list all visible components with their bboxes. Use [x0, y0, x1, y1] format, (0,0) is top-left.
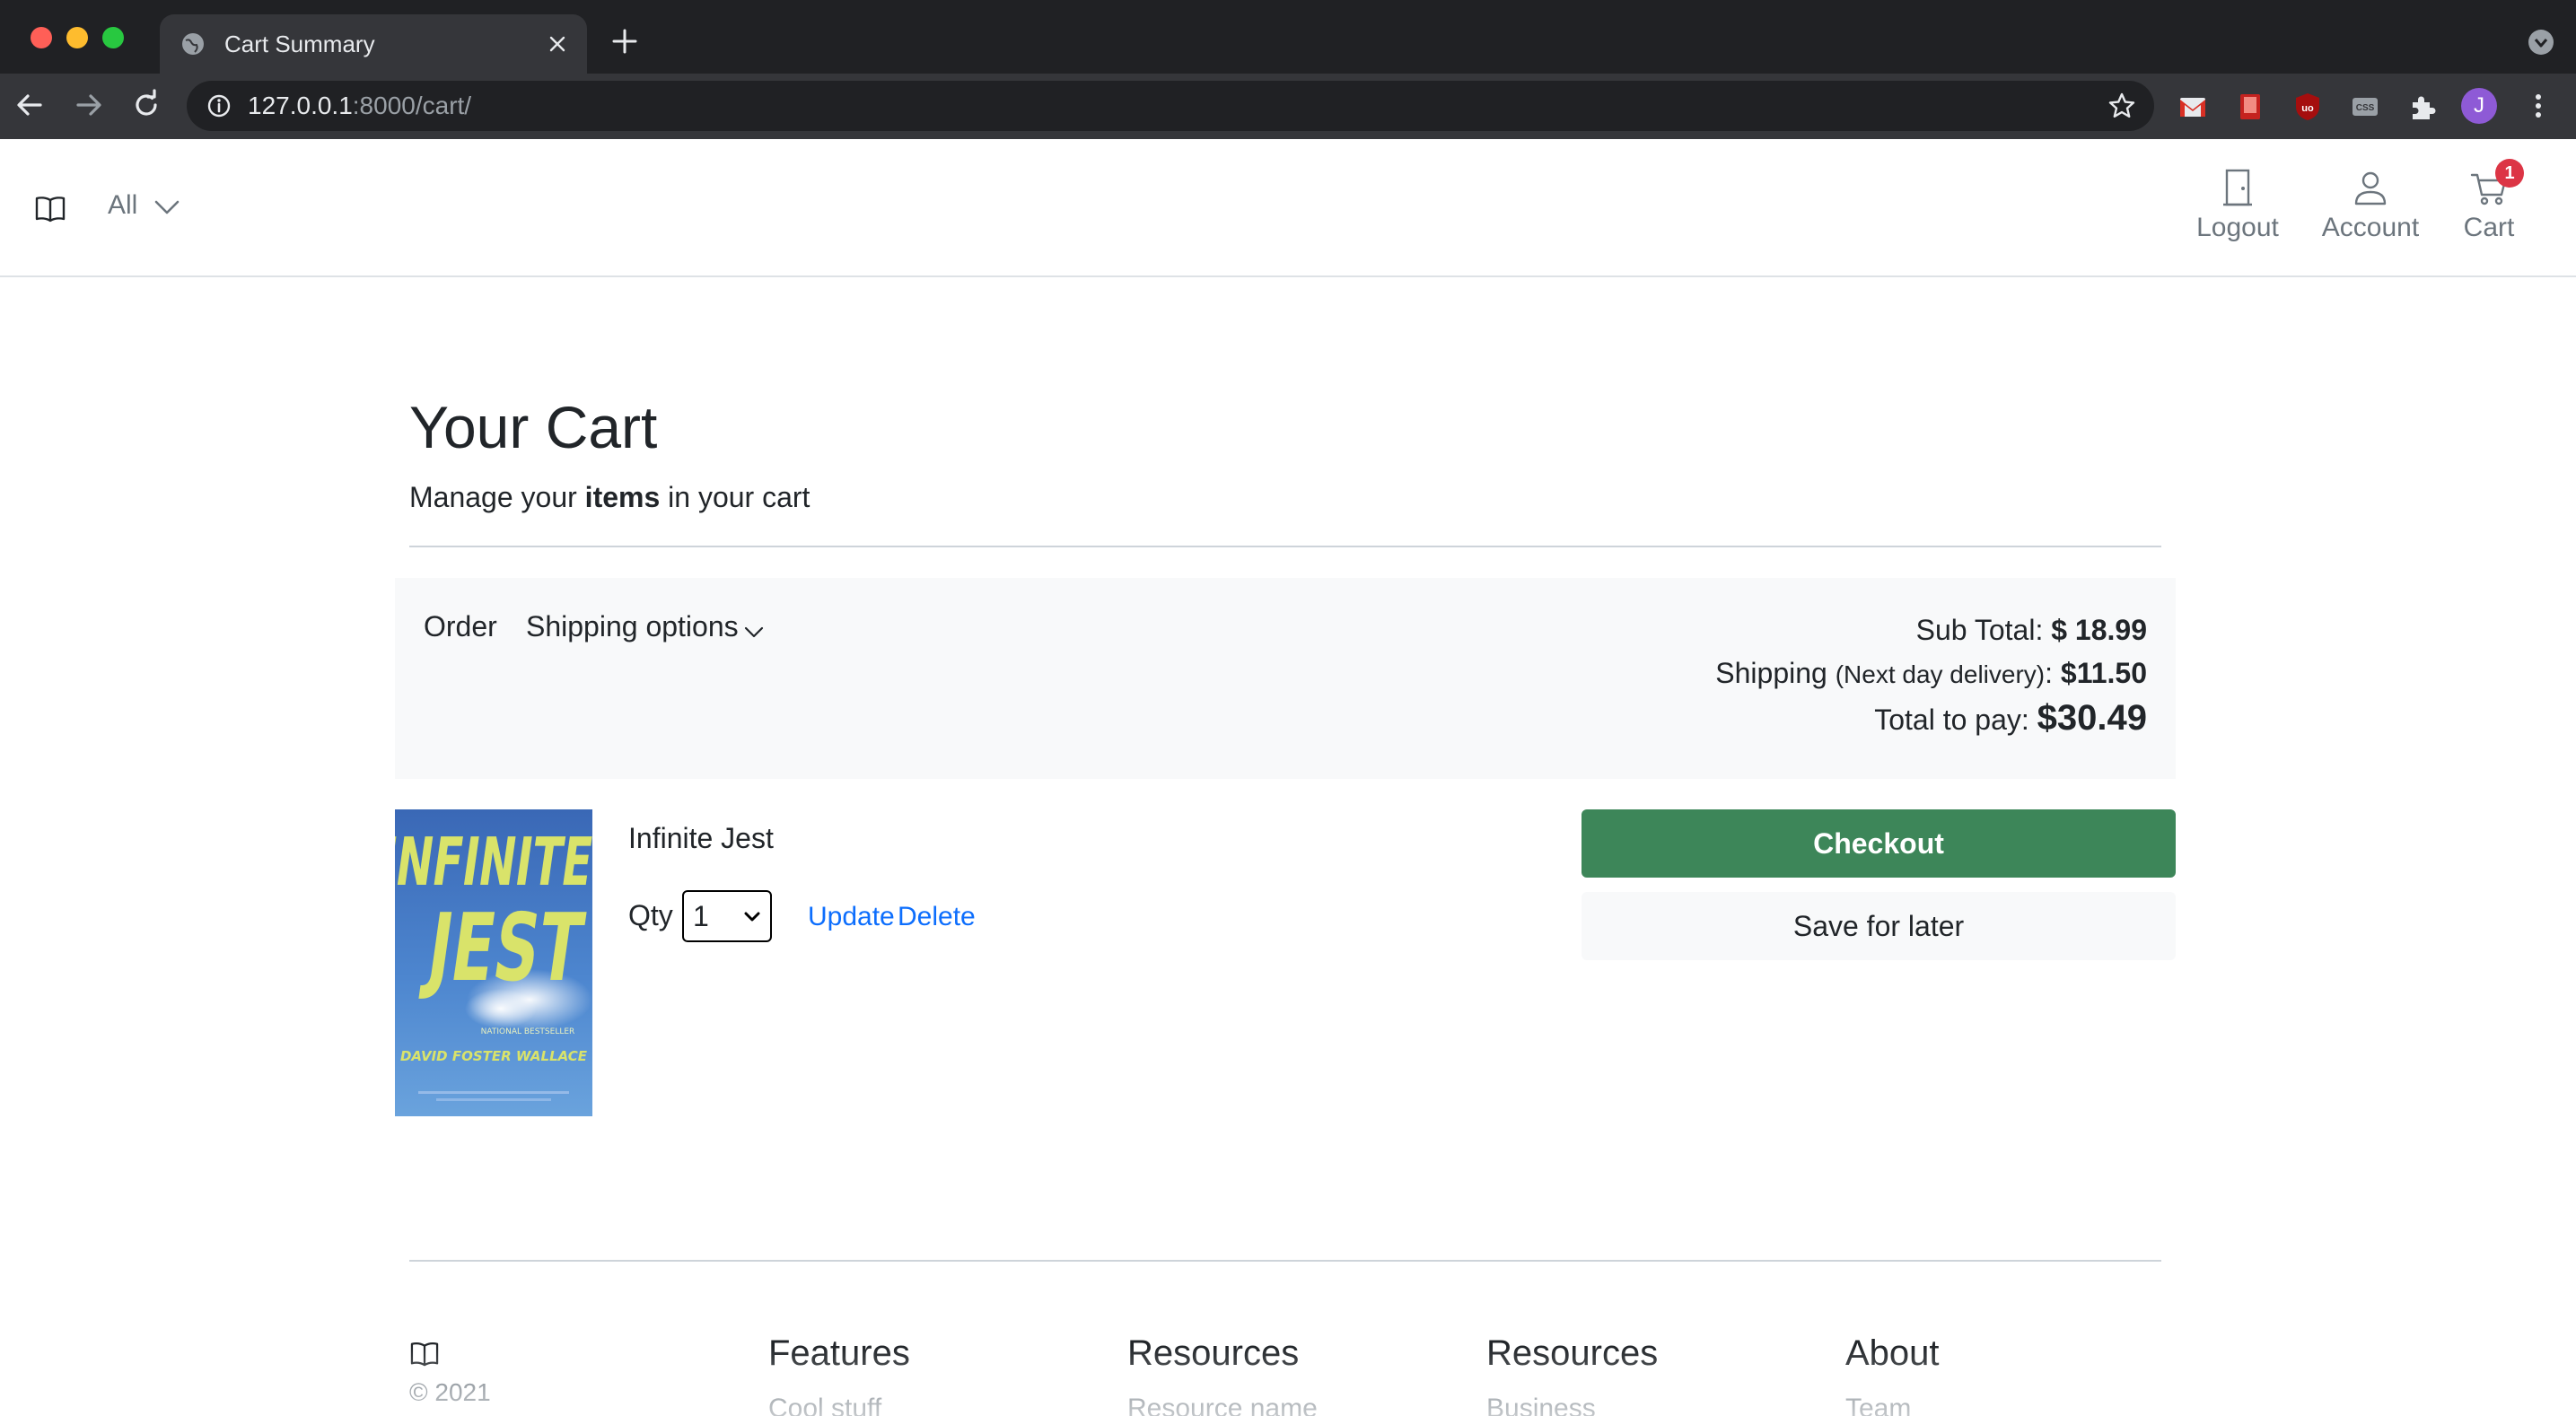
cart-label: Cart — [2463, 213, 2515, 242]
footer-heading: About — [1845, 1333, 1940, 1373]
total-label: Total to pay: — [1874, 704, 2037, 736]
footer-heading: Features — [768, 1333, 910, 1373]
footer-link[interactable]: Team — [1845, 1394, 1940, 1416]
gmail-extension-icon[interactable] — [2177, 92, 2208, 122]
forward-arrow-icon[interactable] — [72, 88, 106, 122]
chevron-down-icon[interactable] — [153, 198, 181, 216]
page-subtitle: Manage your items in your cart — [409, 481, 810, 513]
door-icon — [2223, 169, 2252, 206]
subtotal-row: Sub Total: $ 18.99 — [1715, 608, 2147, 651]
close-icon[interactable] — [544, 31, 571, 57]
order-summary-panel: Order Shipping options Sub Total: $ 18.9… — [395, 578, 2176, 779]
footer-column-resources: Resources Resource name — [1127, 1332, 1318, 1416]
logout-label: Logout — [2196, 213, 2279, 242]
item-title[interactable]: Infinite Jest — [628, 822, 774, 854]
cover-title-line-1: INFINITE — [395, 823, 592, 901]
footer-link[interactable]: Business — [1486, 1394, 1658, 1416]
footer-link[interactable]: Cool stuff — [768, 1394, 910, 1416]
quantity-select[interactable]: 1 — [682, 890, 772, 942]
new-tab-icon[interactable] — [610, 27, 639, 56]
book-logo-icon[interactable] — [34, 195, 66, 223]
cart-link[interactable]: 1 Cart — [2454, 159, 2524, 243]
footer-column-features: Features Cool stuff — [768, 1332, 910, 1416]
browser-toolbar: 127.0.0.1:8000/cart/ uo CSS — [0, 74, 2576, 139]
puzzle-extensions-icon[interactable] — [2407, 92, 2438, 122]
footer-divider — [409, 1260, 2161, 1262]
ublock-shield-icon[interactable]: uo — [2292, 92, 2323, 122]
footer-column-about: About Team — [1845, 1332, 1940, 1416]
book-cover-image[interactable]: INFINITE JEST NATIONAL BESTSELLER DAVID … — [395, 809, 592, 1116]
browser-tab[interactable]: Cart Summary — [160, 14, 587, 74]
footer-link[interactable]: Resource name — [1127, 1394, 1318, 1416]
tab-title: Cart Summary — [224, 31, 375, 57]
url-host: 127.0.0.1 — [248, 92, 353, 119]
update-link[interactable]: Update — [808, 901, 895, 933]
chevron-down-icon[interactable] — [743, 625, 765, 639]
order-label: Order — [424, 610, 497, 642]
globe-icon — [182, 33, 204, 55]
svg-text:uo: uo — [2301, 103, 2314, 114]
divider — [409, 546, 2161, 547]
bookmark-star-icon[interactable] — [2107, 92, 2136, 120]
bookmark-extension-icon[interactable] — [2235, 92, 2265, 122]
total-value: $30.49 — [2037, 698, 2147, 738]
back-arrow-icon[interactable] — [13, 88, 47, 122]
save-for-later-button[interactable]: Save for later — [1582, 892, 2176, 960]
page-title: Your Cart — [409, 394, 658, 460]
copyright-text: © 2021 — [409, 1378, 491, 1406]
info-icon[interactable] — [206, 93, 232, 118]
chevron-down-icon — [744, 912, 760, 922]
svg-text:CSS: CSS — [2356, 103, 2375, 113]
quantity-value: 1 — [693, 900, 709, 932]
more-menu-icon[interactable] — [2526, 88, 2551, 124]
browser-chrome: Cart Summary 127.0.0.1:8000/cart/ uo CSS… — [0, 0, 2576, 139]
subtotal-value: $ 18.99 — [2051, 614, 2147, 646]
cover-tagline: NATIONAL BESTSELLER — [481, 1027, 575, 1036]
window-maximize-button[interactable] — [102, 27, 124, 48]
account-label: Account — [2321, 213, 2420, 242]
address-bar[interactable]: 127.0.0.1:8000/cart/ — [187, 81, 2154, 131]
tab-search-icon[interactable] — [2528, 29, 2554, 56]
css-extension-icon[interactable]: CSS — [2350, 92, 2380, 122]
qty-label: Qty — [628, 899, 673, 931]
category-dropdown[interactable]: All — [108, 189, 137, 222]
shipping-row: Shipping (Next day delivery): $11.50 — [1715, 651, 2147, 696]
cover-title-line-2: JEST — [418, 893, 590, 1001]
subtitle-emphasis: items — [584, 481, 661, 513]
site-header: All Logout Account 1 Cart — [0, 139, 2576, 277]
delete-link[interactable]: Delete — [898, 901, 976, 933]
order-totals: Sub Total: $ 18.99 Shipping (Next day de… — [1715, 608, 2147, 741]
cart-count-badge: 1 — [2495, 159, 2524, 188]
tab-strip: Cart Summary — [0, 0, 2576, 74]
person-icon — [2354, 171, 2387, 205]
account-link[interactable]: Account — [2316, 168, 2425, 243]
shipping-colon: : — [2045, 657, 2061, 689]
reload-icon[interactable] — [129, 88, 163, 122]
profile-avatar[interactable]: J — [2461, 88, 2497, 124]
logout-link[interactable]: Logout — [2190, 168, 2285, 243]
shipping-label: Shipping — [1715, 657, 1836, 689]
url-text[interactable]: 127.0.0.1:8000/cart/ — [248, 92, 471, 119]
footer-heading: Resources — [1127, 1333, 1300, 1373]
footer-heading: Resources — [1486, 1333, 1659, 1373]
subtitle-text-2: in your cart — [660, 481, 810, 513]
subtotal-label: Sub Total: — [1915, 614, 2052, 646]
shipping-value: $11.50 — [2060, 657, 2147, 689]
subtitle-text-1: Manage your — [409, 481, 585, 513]
window-close-button[interactable] — [31, 27, 52, 48]
footer-column-resources-2: Resources Business — [1486, 1332, 1658, 1416]
shipping-method: (Next day delivery) — [1835, 660, 2046, 688]
shipping-options-dropdown[interactable]: Shipping options — [526, 610, 739, 642]
book-cover-art: INFINITE JEST NATIONAL BESTSELLER DAVID … — [395, 823, 592, 1101]
url-path: :8000/cart/ — [352, 92, 472, 119]
window-minimize-button[interactable] — [66, 27, 88, 48]
total-row: Total to pay: $30.49 — [1715, 696, 2147, 741]
checkout-button[interactable]: Checkout — [1582, 809, 2176, 878]
cover-author: DAVID FOSTER WALLACE — [400, 1048, 588, 1064]
book-logo-icon — [410, 1342, 439, 1367]
